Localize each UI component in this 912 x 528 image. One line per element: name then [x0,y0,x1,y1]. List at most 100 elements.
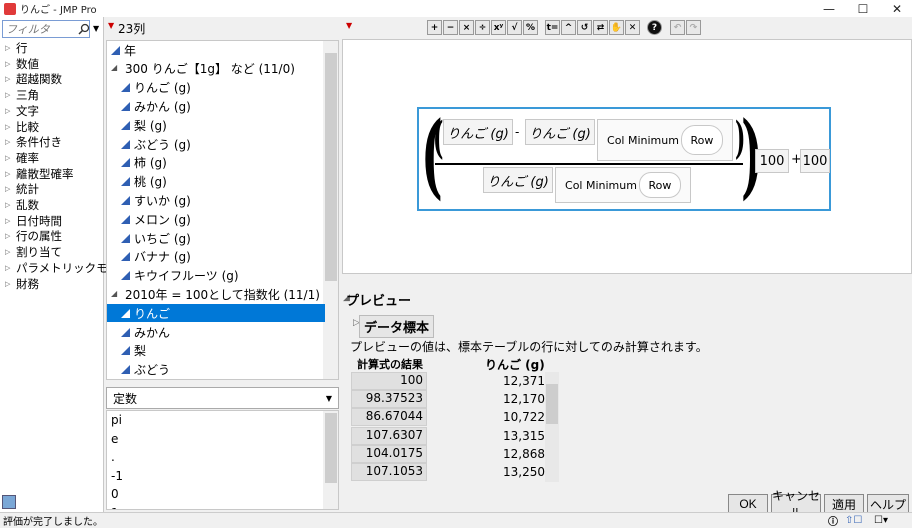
group-collapse-icon[interactable]: ◢ [111,63,121,74]
category-item[interactable]: ▷ 統計 [2,181,39,197]
formula-expression[interactable]: ( ( りんご (g) - りんご (g) Col Minimum Row ) … [417,105,831,211]
constants-select[interactable]: 定数 ▼ [106,387,339,409]
formula-term1[interactable]: りんご (g) [443,119,513,145]
category-item[interactable]: ▷ 行の属性 [2,228,62,244]
column-group[interactable]: ◢ 2010年 = 100として指数化 (11/1) [107,285,325,303]
cancel-button[interactable]: キャンセル [771,489,821,520]
column-item[interactable]: 梨 (g) [107,116,325,134]
category-label: 数値 [16,56,39,71]
ok-button[interactable]: OK [728,494,768,514]
delete-icon[interactable]: ✕ [625,20,640,35]
column-item[interactable]: 桃 (g) [107,173,325,191]
row-box[interactable]: Row [680,125,723,155]
assign-icon[interactable]: t= [545,20,560,35]
constant-item[interactable]: e [111,432,118,446]
column-item[interactable]: 年 [107,41,325,59]
search-icon[interactable] [78,23,90,35]
category-item[interactable]: ▷ 条件付き [2,134,62,150]
continuous-column-icon [121,346,130,356]
sample-title[interactable]: データ標本 [359,315,435,338]
column-item[interactable]: キウイフルーツ (g) [107,267,325,285]
scrollbar-thumb[interactable] [325,53,337,281]
category-item[interactable]: ▷ 数値 [2,56,39,72]
minus-icon[interactable]: − [443,20,458,35]
unpeel-icon[interactable]: ↺ [577,20,592,35]
constant-item[interactable]: . [111,450,115,464]
category-item[interactable]: ▷ 確率 [2,150,39,166]
column-item[interactable]: いちご (g) [107,229,325,247]
continuous-column-icon [121,365,130,375]
column-label: バナナ (g) [134,250,191,265]
constant-item[interactable]: 1 [111,506,119,509]
scrollbar-thumb[interactable] [546,384,558,424]
formula-addend[interactable]: 100 [800,149,830,173]
column-item[interactable]: みかん [107,323,325,341]
divide-icon[interactable]: ÷ [475,20,490,35]
continuous-column-icon [121,195,130,205]
help-icon[interactable]: ? [647,20,662,35]
column-label: みかん [134,325,171,340]
multiply-icon[interactable]: × [459,20,474,35]
column-group[interactable]: ◢ 300 りんご【1g】 など (11/0) [107,60,325,78]
category-item[interactable]: ▷ 行 [2,40,28,56]
undo-icon[interactable]: ↶ [670,20,685,35]
apply-button[interactable]: 適用 [824,494,864,514]
peel-icon[interactable]: ^ [561,20,576,35]
category-item[interactable]: ▷ 比較 [2,119,39,135]
column-item[interactable]: りんご [107,304,325,323]
constants-scrollbar[interactable] [323,411,338,509]
column-item[interactable]: 柿 (g) [107,154,325,172]
hand-icon[interactable]: ✋ [609,20,624,35]
expand-icon: ▷ [5,153,11,162]
formula-multiplier[interactable]: 100 [755,149,789,173]
redo-icon[interactable]: ↷ [686,20,701,35]
preview-scrollbar[interactable] [545,372,559,482]
row-box-2[interactable]: Row [638,172,681,198]
formula-denominator[interactable]: りんご (g) [483,167,553,193]
group-collapse-icon[interactable]: ◢ [111,289,121,300]
close-button[interactable]: ✕ [880,0,912,17]
column-item[interactable]: りんご (g) [107,79,325,97]
power-icon[interactable]: xʸ [491,20,506,35]
category-item[interactable]: ▷ 三角 [2,87,39,103]
category-item[interactable]: ▷ 割り当て [2,244,62,260]
category-item[interactable]: ▷ 文字 [2,103,39,119]
maximize-button[interactable]: ☐ [846,0,880,17]
help-button[interactable]: ヘルプ [867,494,909,514]
column-item[interactable]: メロン (g) [107,210,325,228]
plus-icon[interactable]: + [427,20,442,35]
column-list-scrollbar[interactable] [323,41,338,379]
column-item[interactable]: 梨 [107,342,325,360]
root-icon[interactable]: √ [507,20,522,35]
col-minimum-box[interactable]: Col Minimum Row [597,119,733,161]
category-item[interactable]: ▷ 日付時間 [2,213,62,229]
minimize-button[interactable]: — [812,0,846,17]
constant-item[interactable]: -1 [111,469,123,483]
column-count: 23列 [118,22,146,36]
category-item[interactable]: ▷ 超越関数 [2,71,62,87]
column-menu-icon[interactable]: ▼ [108,21,114,30]
window-list-icon[interactable]: ☐▾ [874,515,888,526]
col-minimum-box-2[interactable]: Col Minimum Row [555,167,691,203]
filter-input[interactable] [2,20,90,38]
settings-icon[interactable] [2,495,16,509]
swap-icon[interactable]: ⇄ [593,20,608,35]
category-label: 比較 [16,119,39,134]
column-item[interactable]: ぶどう [107,361,325,379]
constant-item[interactable]: 0 [111,487,119,501]
home-icon[interactable]: ⇧☐ [845,515,862,526]
scrollbar-thumb[interactable] [325,413,337,483]
fraction-icon[interactable]: % [523,20,538,35]
constant-item[interactable]: pi [111,413,122,427]
column-item[interactable]: みかん (g) [107,97,325,115]
category-item[interactable]: ▷ 乱数 [2,197,39,213]
editor-menu-icon[interactable]: ▼ [346,21,352,30]
column-item[interactable]: すいか (g) [107,191,325,209]
formula-term2[interactable]: りんご (g) [525,119,595,145]
category-item[interactable]: ▷ 離散型確率 [2,166,74,182]
column-item[interactable]: ぶどう (g) [107,135,325,153]
info-icon[interactable]: ⓘ [828,513,838,528]
filter-dropdown-icon[interactable]: ▼ [93,24,99,33]
category-item[interactable]: ▷ 財務 [2,276,39,292]
column-item[interactable]: バナナ (g) [107,248,325,266]
